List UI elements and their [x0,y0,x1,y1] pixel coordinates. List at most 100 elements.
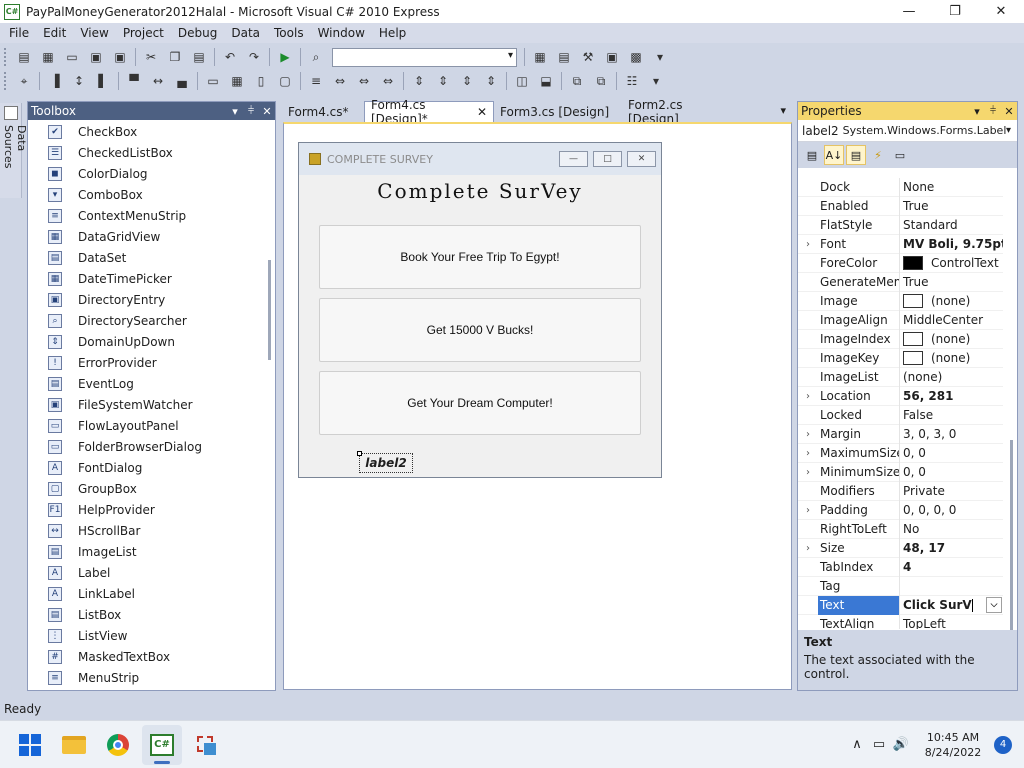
chevron-up-icon[interactable]: ∧ [846,737,868,752]
trip-button[interactable]: Book Your Free Trip To Egypt! [319,225,641,289]
property-row[interactable]: › Padding 0, 0, 0, 0 [798,500,1003,520]
properties-scrollbar[interactable] [1010,440,1013,662]
close-button[interactable]: ✕ [978,0,1024,23]
property-row[interactable]: ImageKey (none) [798,348,1003,368]
properties-view-icon[interactable]: ▤ [846,145,866,165]
align-bottoms-icon[interactable]: ▄ [172,71,192,91]
property-value[interactable]: 56, 281 [900,389,1003,403]
property-row[interactable]: › MinimumSize 0, 0 [798,462,1003,482]
menu-file[interactable]: File [2,23,36,43]
increase-horizontal-spacing-icon[interactable]: ⇔ [330,71,350,91]
tab-form4-design[interactable]: Form4.cs [Design]* ✕ [364,98,494,126]
property-row[interactable]: › Location 56, 281 [798,386,1003,406]
property-row[interactable]: ImageIndex (none) [798,329,1003,349]
expand-chevron-icon[interactable]: › [798,467,818,478]
align-to-grid-icon[interactable]: ⌖ [14,71,34,91]
toolbox-item[interactable]: ◼ ColorDialog [28,163,264,184]
selected-label-control[interactable]: label2 [357,451,413,473]
tab-form4-code[interactable]: Form4.cs* [282,102,364,122]
save-all-icon[interactable]: ▣ [110,47,130,67]
menu-edit[interactable]: Edit [36,23,73,43]
toolbox-item[interactable]: ▦ DateTimePicker [28,268,264,289]
property-value[interactable]: 48, 17 [900,541,1003,555]
toolbox-item[interactable]: # MaskedTextBox [28,646,264,667]
toolbox-item[interactable]: ≡ ContextMenuStrip [28,205,264,226]
align-lefts-icon[interactable]: ▐ [45,71,65,91]
toolbox-scrollbar[interactable] [268,260,271,360]
toolbox-item[interactable]: A LinkLabel [28,583,264,604]
property-row[interactable]: ImageList (none) [798,367,1003,387]
property-row[interactable]: GenerateMemberTrue [798,272,1003,292]
make-same-size-icon[interactable]: ▢ [275,71,295,91]
property-row[interactable]: › Margin 3, 0, 3, 0 [798,424,1003,444]
object-selector[interactable]: label2 System.Windows.Forms.Label ▾ [798,120,1017,142]
start-button[interactable] [10,725,50,765]
make-same-width-icon[interactable]: ▭ [203,71,223,91]
notification-badge[interactable]: 4 [994,735,1012,754]
toolbox-item[interactable]: ▭ FolderBrowserDialog [28,436,264,457]
close-icon[interactable]: ✕ [259,105,275,118]
property-row[interactable]: ›FontMV Boli, 9.75pt, s [798,234,1003,254]
toolbox-item[interactable]: ▤ ListBox [28,604,264,625]
toolbox-item[interactable]: ▤ ImageList [28,541,264,562]
property-row[interactable]: ForeColor ControlText [798,253,1003,273]
survey-heading-label[interactable]: Complete SurVey [299,179,661,203]
redo-icon[interactable]: ↷ [244,47,264,67]
toolbox-item[interactable]: ⇕ DomainUpDown [28,331,264,352]
property-value[interactable]: Standard [900,218,1003,232]
property-value[interactable]: (none) [900,370,1003,384]
expand-chevron-icon[interactable]: › [798,429,818,440]
expand-chevron-icon[interactable]: › [798,448,818,459]
size-to-grid-icon[interactable]: ▦ [227,71,247,91]
property-row[interactable]: › MaximumSize 0, 0 [798,443,1003,463]
menu-window[interactable]: Window [311,23,372,43]
toolbar-grip[interactable] [4,48,8,66]
window-position-icon[interactable]: ▾ [969,105,985,118]
copy-icon[interactable]: ❐ [165,47,185,67]
text-editor-dropdown-button[interactable]: ⌵ [986,597,1002,613]
property-value[interactable]: 0, 0 [900,446,1003,460]
property-value[interactable]: (none) [900,294,1003,308]
property-value[interactable]: (none) [900,351,1003,365]
property-row[interactable]: TextAlign TopLeft [798,614,1003,629]
toolbox-item[interactable]: ≡ MenuStrip [28,667,264,688]
network-icon[interactable]: ▭ [868,737,890,752]
property-pages-icon[interactable]: ▭ [890,145,910,165]
property-value[interactable]: 3, 0, 3, 0 [900,427,1003,441]
toolbox-item[interactable]: ▾ ComboBox [28,184,264,205]
increase-vertical-spacing-icon[interactable]: ⇕ [433,71,453,91]
close-tab-icon[interactable]: ✕ [477,105,487,119]
decrease-horizontal-spacing-icon[interactable]: ⇔ [354,71,374,91]
toolbox-item[interactable]: ! ErrorProvider [28,352,264,373]
vbucks-button[interactable]: Get 15000 V Bucks! [319,298,641,362]
pin-icon[interactable]: ⫩ [243,104,259,118]
toolbox-item[interactable]: ⌕ DirectorySearcher [28,310,264,331]
property-row[interactable]: Locked False [798,405,1003,425]
horizontal-spacing-equal-icon[interactable]: ≡ [306,71,326,91]
property-value[interactable]: False [900,408,1003,422]
toolbox-item[interactable]: ☰ CheckedListBox [28,142,264,163]
snipping-tool-button[interactable] [186,725,226,765]
align-centers-icon[interactable]: ↕ [69,71,89,91]
toolbox-item[interactable]: F1 HelpProvider [28,499,264,520]
property-row[interactable]: Enabled True [798,196,1003,216]
minimize-button[interactable]: — [886,0,932,23]
property-value[interactable]: True [900,199,1003,213]
toolbox-item[interactable]: ▤ DataSet [28,247,264,268]
make-same-height-icon[interactable]: ▯ [251,71,271,91]
center-vertically-icon[interactable]: ⬓ [536,71,556,91]
property-row[interactable]: Text Click SurV ⌵ [798,595,1003,615]
align-middles-icon[interactable]: ↔ [148,71,168,91]
bring-to-front-icon[interactable]: ⧉ [567,71,587,91]
active-files-dropdown-icon[interactable]: ▾ [780,104,786,117]
extension-icon[interactable]: ▩ [626,47,646,67]
property-value[interactable]: MV Boli, 9.75pt, s [900,237,1003,251]
menu-view[interactable]: View [73,23,115,43]
computer-button[interactable]: Get Your Dream Computer! [319,371,641,435]
toolbox-item[interactable]: ⋮ ListView [28,625,264,646]
menu-tools[interactable]: Tools [267,23,311,43]
designer-surface[interactable]: COMPLETE SURVEY — □ ✕ Complete SurVey Bo… [283,122,792,690]
property-row[interactable]: › Size 48, 17 [798,538,1003,558]
toolbox-item[interactable]: ▭ FlowLayoutPanel [28,415,264,436]
property-value[interactable]: MiddleCenter [900,313,1003,327]
